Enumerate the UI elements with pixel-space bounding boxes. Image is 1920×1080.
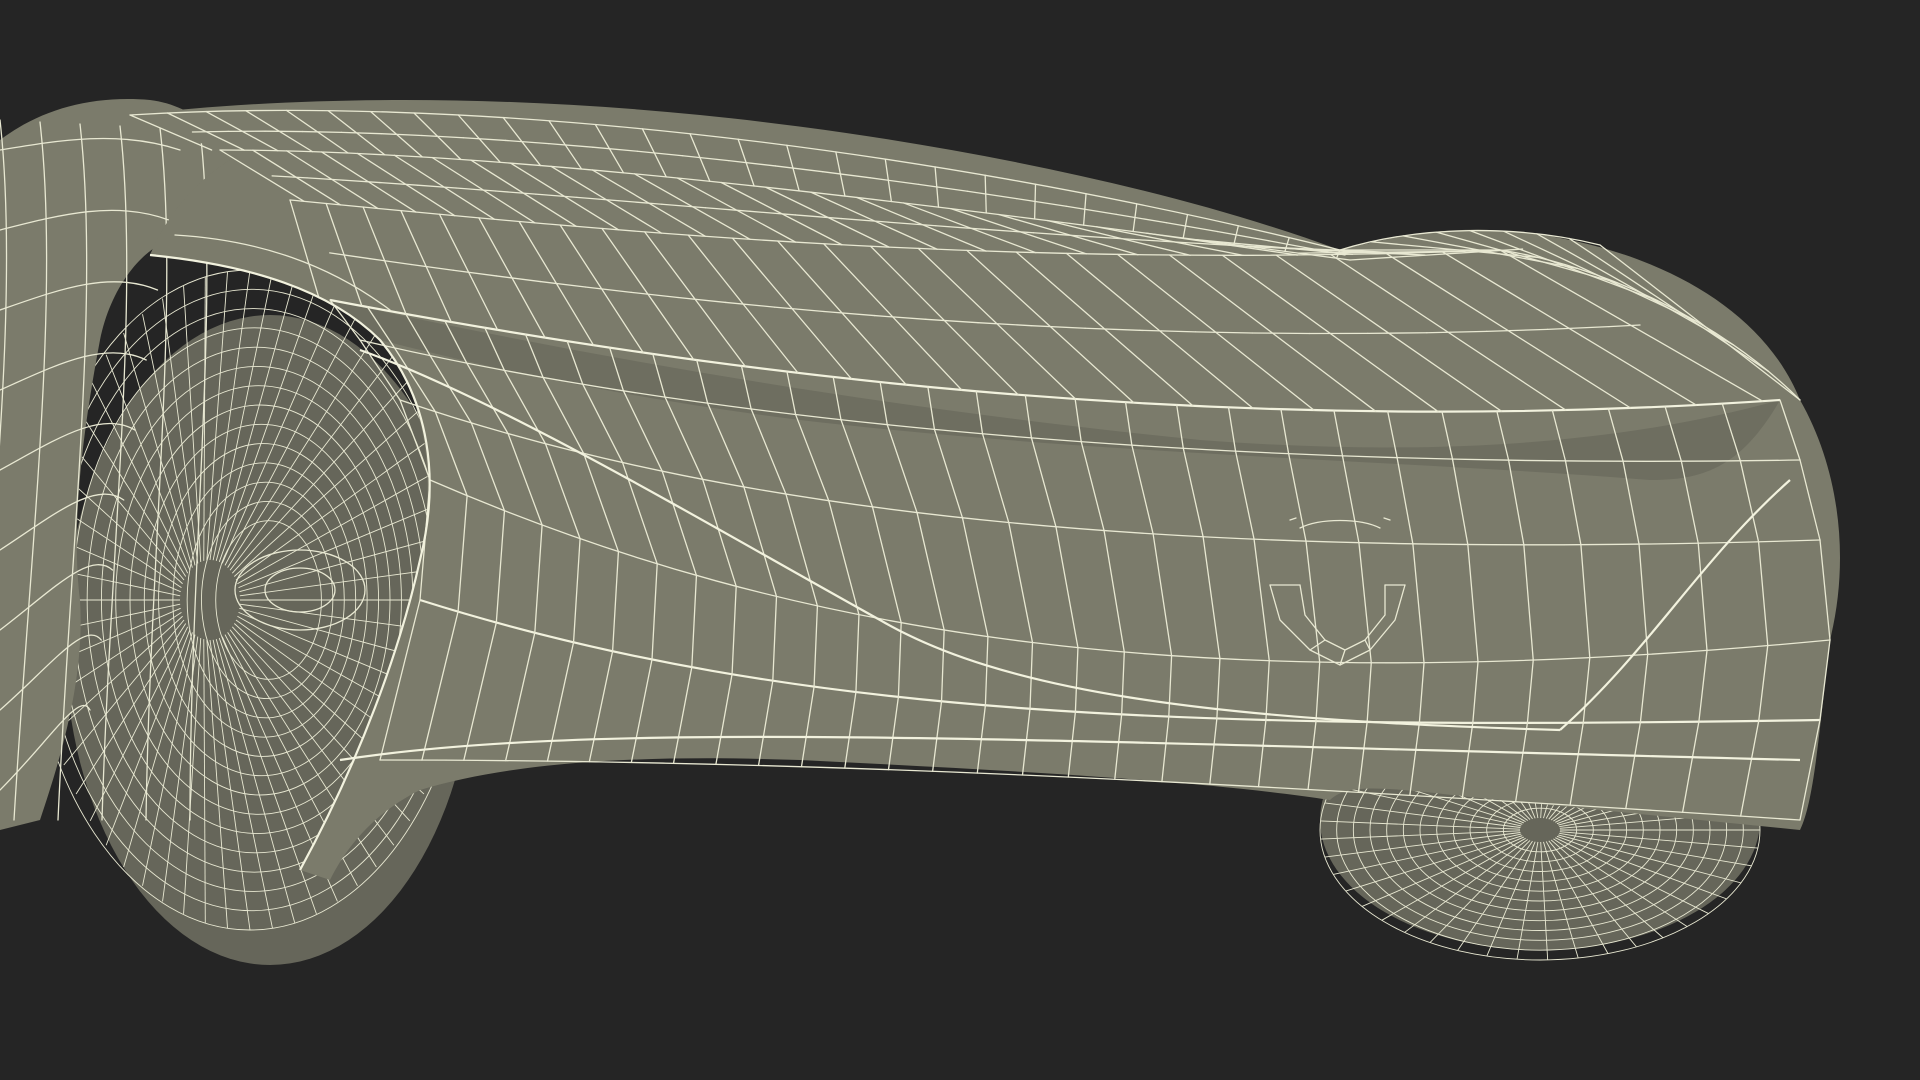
car-wireframe-model [0, 99, 1840, 965]
render-viewport [0, 0, 1920, 1080]
